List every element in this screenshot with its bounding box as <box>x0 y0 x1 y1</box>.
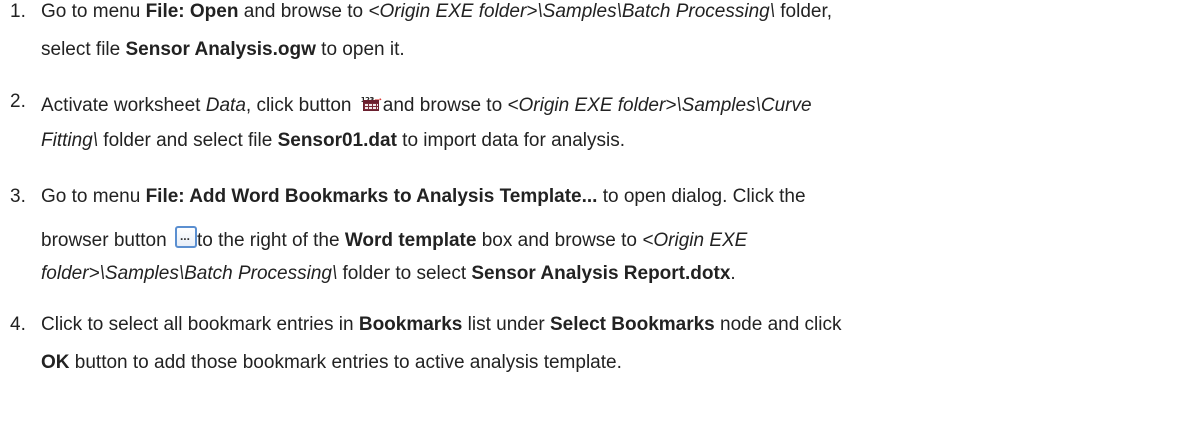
ui-term: Bookmarks <box>358 314 463 335</box>
step-text-line: OK button to add those bookmark entries … <box>41 352 622 374</box>
step-text: node and click <box>714 314 842 335</box>
step-number: 1. <box>10 1 26 22</box>
step-number: 4. <box>10 314 26 335</box>
step-text: to import data for analysis. <box>396 130 626 151</box>
step-text: to open it. <box>315 39 405 60</box>
step-text: , click button <box>245 95 357 116</box>
step-text: list under <box>462 314 550 335</box>
path-or-name: <Origin EXE folder>\Samples\Batch Proces… <box>368 1 775 22</box>
step-text: Go to menu <box>41 1 146 22</box>
ui-term: OK <box>41 352 70 373</box>
step-text: button to add those bookmark entries to … <box>69 352 622 373</box>
step-text: Activate worksheet <box>41 95 206 116</box>
path-or-name: Fitting\ <box>41 130 99 151</box>
instruction-list: 1. Go to menu File: Open and browse to <O… <box>0 0 1182 438</box>
step-text-line: Click to select all bookmark entries in … <box>41 314 842 336</box>
step-text: folder, <box>774 1 833 22</box>
ui-term: Select Bookmarks <box>550 314 715 335</box>
step-text: select file <box>41 39 126 60</box>
ui-term: Sensor Analysis.ogw <box>125 39 316 60</box>
step-text: folder and select file <box>98 130 278 151</box>
path-or-name: Data <box>205 95 246 116</box>
ui-term: Sensor01.dat <box>277 130 397 151</box>
ui-term: File: Add Word Bookmarks to Analysis Tem… <box>145 186 598 207</box>
step-text: Click to select all bookmark entries in <box>41 314 359 335</box>
step-number: 3. <box>10 186 26 207</box>
ui-term: Sensor Analysis Report.dotx <box>471 263 731 284</box>
ui-term: File: Open <box>145 1 239 22</box>
step-text: folder to select <box>337 263 472 284</box>
step-text-line: folder>\Samples\Batch Processing\ folder… <box>41 263 736 285</box>
ui-term: Word template <box>344 230 477 251</box>
step-text-line: browser button to the right of the Word … <box>41 225 748 252</box>
path-or-name: folder>\Samples\Batch Processing\ <box>41 263 338 284</box>
step-number: 2. <box>10 91 26 112</box>
step-text-line: select file Sensor Analysis.ogw to open … <box>41 39 405 61</box>
step-text-line: Activate worksheet Data, click button 12… <box>41 91 812 117</box>
step-text-line: Go to menu File: Add Word Bookmarks to A… <box>41 186 806 208</box>
step-text: . <box>730 263 736 284</box>
step-text-line: Fitting\ folder and select file Sensor01… <box>41 130 625 152</box>
step-text: and browse to <box>382 95 508 116</box>
worksheet-grid-icon <box>362 100 379 111</box>
step-text: to the right of the <box>196 230 345 251</box>
step-text: box and browse to <box>476 230 643 251</box>
step-text: Go to menu <box>41 186 146 207</box>
browse-button-icon <box>174 225 197 248</box>
step-text: browser button <box>41 230 172 251</box>
path-or-name: <Origin EXE folder>\Samples\Curve <box>507 95 812 116</box>
step-text: and browse to <box>238 1 369 22</box>
step-text-line: Go to menu File: Open and browse to <Ori… <box>41 1 832 23</box>
import-ascii-icon: 123→ <box>361 91 384 115</box>
path-or-name: <Origin EXE <box>642 230 748 251</box>
step-text: to open dialog. Click the <box>597 186 806 207</box>
